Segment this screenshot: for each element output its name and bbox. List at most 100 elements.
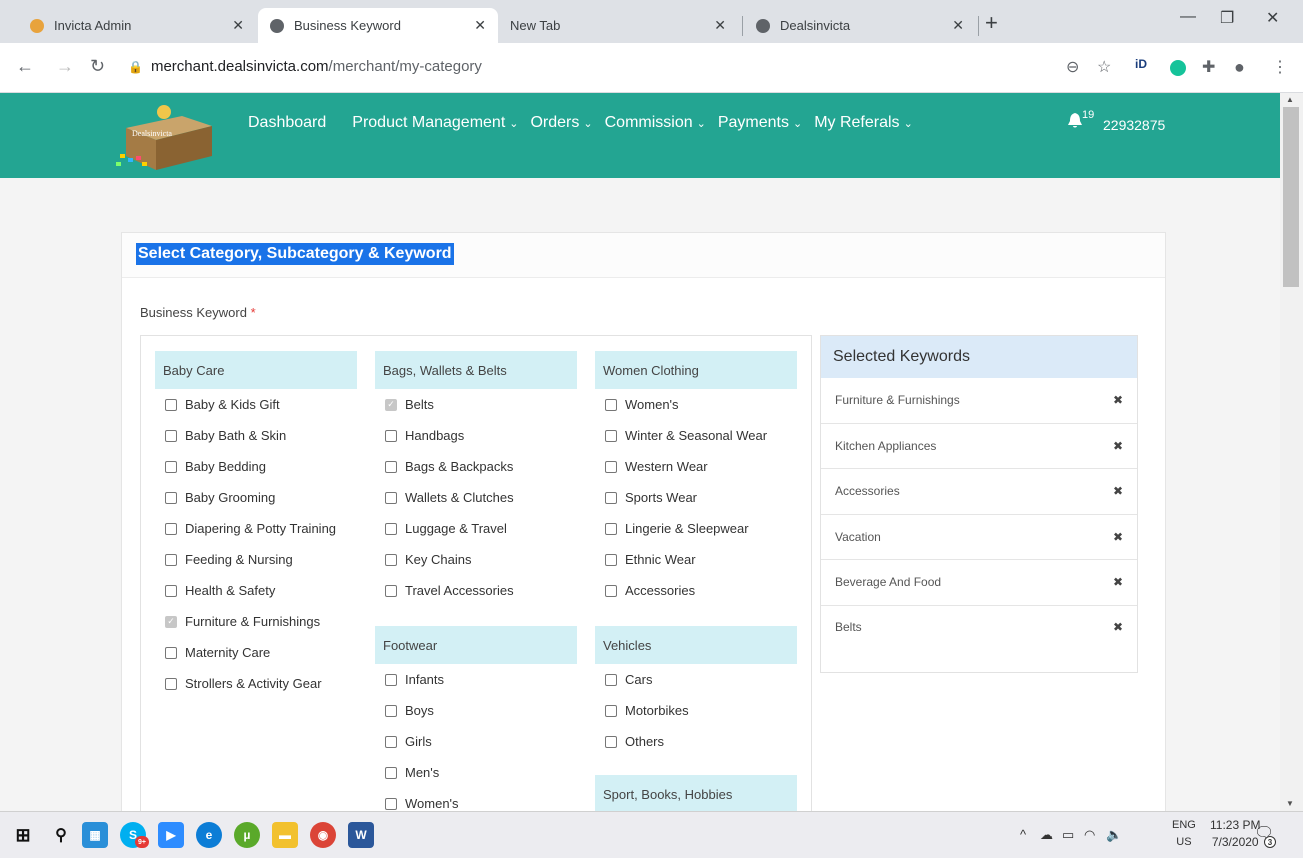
word-icon[interactable]: W xyxy=(348,822,374,848)
keyword-option[interactable]: Accessories xyxy=(595,575,797,606)
keyword-checkbox[interactable] xyxy=(605,673,617,686)
keyword-option[interactable]: Handbags xyxy=(375,420,577,451)
keyword-option[interactable]: Baby & Kids Gift xyxy=(155,389,357,420)
close-tab-icon[interactable]: ✕ xyxy=(714,17,726,34)
search-icon[interactable]: ⚲ xyxy=(48,822,74,848)
restore-icon[interactable]: ❐ xyxy=(1220,8,1234,28)
keyword-option[interactable]: Sports Wear xyxy=(595,482,797,513)
keyword-checkbox[interactable] xyxy=(165,553,177,566)
keyword-checkbox[interactable] xyxy=(385,797,397,810)
remove-keyword-icon[interactable]: ✖ xyxy=(1113,620,1123,634)
browser-tab-dealsinvicta[interactable]: Dealsinvicta ✕ xyxy=(744,8,976,43)
keyword-checkbox[interactable] xyxy=(605,522,617,535)
new-tab-plus-icon[interactable]: + xyxy=(985,10,998,36)
keyword-checkbox[interactable] xyxy=(165,491,177,504)
file-explorer-icon[interactable]: ▬ xyxy=(272,822,298,848)
keyword-checkbox[interactable] xyxy=(605,553,617,566)
keyword-checkbox[interactable] xyxy=(385,673,397,686)
utorrent-icon[interactable]: µ xyxy=(234,822,260,848)
keyword-option[interactable]: Western Wear xyxy=(595,451,797,482)
keyword-checkbox[interactable] xyxy=(605,584,617,597)
keyword-checkbox[interactable] xyxy=(385,522,397,535)
minimize-icon[interactable]: — xyxy=(1180,8,1196,26)
keyword-option[interactable]: Wallets & Clutches xyxy=(375,482,577,513)
extensions-puzzle-icon[interactable]: ✚ xyxy=(1202,57,1215,77)
keyword-option[interactable]: Maternity Care xyxy=(155,637,357,668)
grammarly-icon[interactable] xyxy=(1170,60,1186,76)
keyword-checkbox[interactable] xyxy=(165,522,177,535)
keyword-checkbox[interactable] xyxy=(605,460,617,473)
keyword-checkbox[interactable] xyxy=(165,584,177,597)
keyword-option[interactable]: Lingerie & Sleepwear xyxy=(595,513,797,544)
browser-tab-invicta-admin[interactable]: Invicta Admin ✕ xyxy=(18,8,256,43)
show-hidden-icons-icon[interactable]: ^ xyxy=(1020,827,1026,842)
keyword-checkbox[interactable] xyxy=(165,646,177,659)
url-field[interactable]: 🔒 merchant.dealsinvicta.com/merchant/my-c… xyxy=(128,58,482,75)
browser-tab-business-keyword[interactable]: Business Keyword ✕ xyxy=(258,8,498,43)
zoom-icon[interactable]: ⊖ xyxy=(1066,57,1079,77)
battery-icon[interactable]: ▭ xyxy=(1062,827,1074,843)
keyword-option[interactable]: Strollers & Activity Gear xyxy=(155,668,357,699)
keyword-checkbox[interactable] xyxy=(605,704,617,717)
browser-tab-new-tab[interactable]: New Tab ✕ xyxy=(498,8,738,43)
scrollbar-thumb[interactable] xyxy=(1283,107,1299,287)
keyword-option[interactable]: ✓ Belts xyxy=(375,389,577,420)
chrome-icon[interactable]: ◉ xyxy=(310,822,336,848)
keyword-checkbox[interactable] xyxy=(385,460,397,473)
keyword-checkbox[interactable] xyxy=(605,491,617,504)
keyword-option[interactable]: Bags & Backpacks xyxy=(375,451,577,482)
nav-my-referals[interactable]: My Referals ⌄ xyxy=(814,114,913,132)
keyword-option[interactable]: Others xyxy=(595,726,797,757)
keyword-checkbox[interactable] xyxy=(165,398,177,411)
reload-icon[interactable]: ↻ xyxy=(90,56,105,77)
dealsinvicta-logo[interactable]: Dealsinvicta xyxy=(112,98,230,171)
keyword-checkbox[interactable] xyxy=(385,766,397,779)
keyword-option[interactable]: Key Chains xyxy=(375,544,577,575)
scroll-down-arrow-icon[interactable]: ▼ xyxy=(1286,799,1294,808)
keyword-option[interactable]: Diapering & Potty Training xyxy=(155,513,357,544)
language-indicator[interactable]: ENG US xyxy=(1172,817,1196,851)
remove-keyword-icon[interactable]: ✖ xyxy=(1113,530,1123,544)
zoom-app-icon[interactable]: ▶ xyxy=(158,822,184,848)
keyword-option[interactable]: Men's xyxy=(375,757,577,788)
nav-dashboard[interactable]: Dashboard xyxy=(248,114,326,132)
keyword-checkbox[interactable] xyxy=(605,398,617,411)
bookmark-star-icon[interactable]: ☆ xyxy=(1097,57,1111,77)
keyword-option[interactable]: Baby Bedding xyxy=(155,451,357,482)
keyword-checkbox[interactable] xyxy=(165,429,177,442)
clock[interactable]: 11:23 PM 7/3/2020 xyxy=(1210,817,1260,851)
keyword-checkbox[interactable] xyxy=(605,429,617,442)
bell-icon[interactable] xyxy=(1068,113,1082,134)
calculator-app-icon[interactable]: ▦ xyxy=(82,822,108,848)
keyword-option[interactable]: Feeding & Nursing xyxy=(155,544,357,575)
close-tab-icon[interactable]: ✕ xyxy=(474,17,486,34)
menu-dots-icon[interactable]: ⋮ xyxy=(1272,57,1288,77)
keyword-option[interactable]: Women's xyxy=(595,389,797,420)
close-tab-icon[interactable]: ✕ xyxy=(952,17,964,34)
keyword-option[interactable]: Travel Accessories xyxy=(375,575,577,606)
keyword-option[interactable]: Baby Grooming xyxy=(155,482,357,513)
keyword-checkbox[interactable] xyxy=(385,553,397,566)
nav-commission[interactable]: Commission ⌄ xyxy=(605,114,706,132)
keyword-option[interactable]: Health & Safety xyxy=(155,575,357,606)
keyword-checkbox[interactable] xyxy=(165,677,177,690)
keyword-checkbox[interactable] xyxy=(385,584,397,597)
keyword-checkbox[interactable]: ✓ xyxy=(385,398,397,411)
keyword-option[interactable]: Infants xyxy=(375,664,577,695)
nav-payments[interactable]: Payments ⌄ xyxy=(718,114,802,132)
close-tab-icon[interactable]: ✕ xyxy=(232,17,244,34)
window-close-icon[interactable]: ✕ xyxy=(1266,8,1279,28)
id-extension-icon[interactable]: iD xyxy=(1135,57,1147,71)
nav-orders[interactable]: Orders ⌄ xyxy=(530,114,592,132)
forward-arrow-icon[interactable]: → xyxy=(56,56,74,77)
keyword-option[interactable]: Winter & Seasonal Wear xyxy=(595,420,797,451)
wifi-icon[interactable]: ◠ xyxy=(1084,827,1095,843)
scroll-up-arrow-icon[interactable]: ▲ xyxy=(1286,95,1294,104)
keyword-option[interactable]: Baby Bath & Skin xyxy=(155,420,357,451)
keyword-option[interactable]: Girls xyxy=(375,726,577,757)
nav-product-management[interactable]: Product Management ⌄ xyxy=(352,114,518,132)
remove-keyword-icon[interactable]: ✖ xyxy=(1113,484,1123,498)
remove-keyword-icon[interactable]: ✖ xyxy=(1113,575,1123,589)
keyword-option[interactable]: Boys xyxy=(375,695,577,726)
back-arrow-icon[interactable]: ← xyxy=(16,56,34,77)
